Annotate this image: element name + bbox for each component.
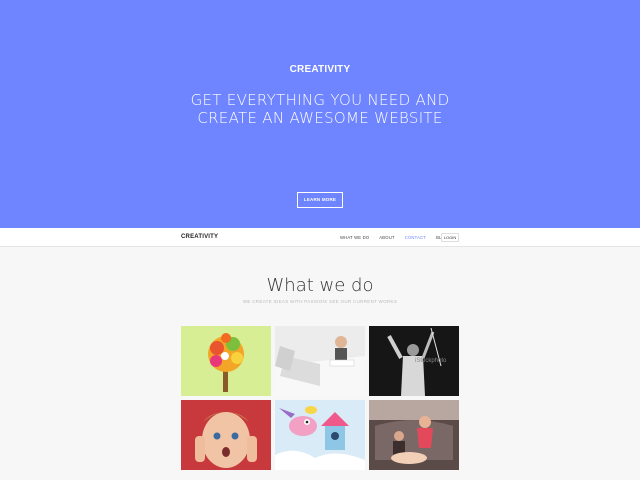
nav-link-what-we-do[interactable]: WHAT WE DO <box>340 235 369 240</box>
section-title: What we do <box>266 275 374 296</box>
golfer-photo: iStockphoto <box>369 326 459 396</box>
portfolio-tile-car[interactable] <box>369 400 459 470</box>
navbar: CREATIVITY WHAT WE DO ABOUT CONTACT BLOG… <box>0 228 640 247</box>
hero-section: CREATIVITY GET EVERYTHING YOU NEED AND C… <box>0 0 640 228</box>
birds-illustration <box>275 400 365 470</box>
hero-headline-line2: CREATE AN AWESOME WEBSITE <box>197 109 443 127</box>
portfolio-tile-golfer[interactable]: iStockphoto <box>369 326 459 396</box>
tree-illustration <box>181 326 271 396</box>
portfolio-tile-reading[interactable] <box>275 326 365 396</box>
portfolio-tile-tree[interactable] <box>181 326 271 396</box>
surprised-child-photo <box>181 400 271 470</box>
login-button[interactable]: LOGIN <box>441 233 459 242</box>
watermark-text: iStockphoto <box>415 358 447 364</box>
learn-more-button[interactable]: LEARN MORE <box>297 192 343 208</box>
portfolio-tile-child[interactable] <box>181 400 271 470</box>
hero-headline-line1: GET EVERYTHING YOU NEED AND <box>190 91 450 109</box>
hero-brand: CREATIVITY <box>289 64 351 75</box>
nav-link-contact[interactable]: CONTACT <box>405 235 426 240</box>
portfolio-tile-birds[interactable] <box>275 400 365 470</box>
reading-photo <box>275 326 365 396</box>
vintage-car-photo <box>369 400 459 470</box>
section-subtitle: WE CREATE IDEAS WITH PASSION! SEE OUR CU… <box>242 299 398 304</box>
hero-headline: GET EVERYTHING YOU NEED AND CREATE AN AW… <box>0 91 640 127</box>
nav-brand[interactable]: CREATIVITY <box>181 234 218 240</box>
nav-link-about[interactable]: ABOUT <box>379 235 394 240</box>
